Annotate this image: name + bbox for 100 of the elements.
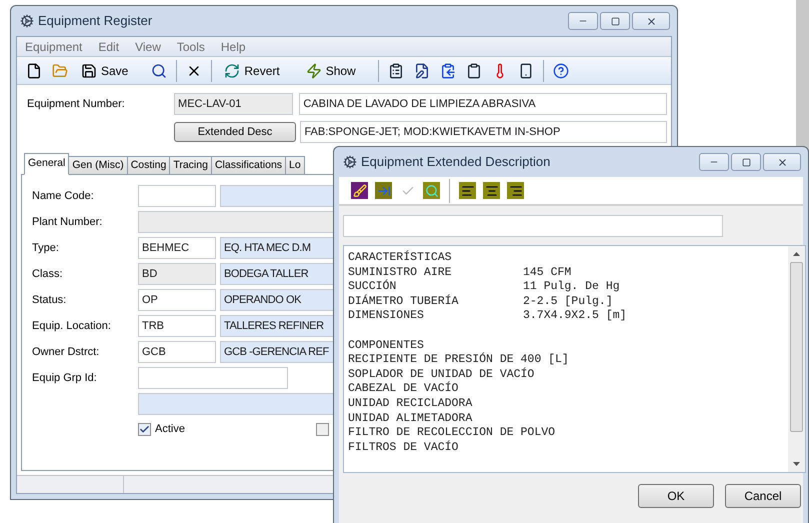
clipboard-icon <box>466 62 482 78</box>
help-icon <box>552 62 569 78</box>
clipboard-copy-icon <box>440 62 456 78</box>
refresh-icon <box>224 62 240 78</box>
lookup-field[interactable] <box>138 393 334 415</box>
close-button[interactable] <box>763 153 801 171</box>
device-icon <box>518 62 534 78</box>
tab[interactable]: Costing <box>126 156 170 175</box>
field-label: Equipment Number: <box>27 96 126 112</box>
toolbar-button[interactable]: Show <box>302 62 360 80</box>
new-file-icon <box>26 62 42 78</box>
maximize-icon <box>742 158 750 166</box>
toolbar-button[interactable]: Revert <box>220 62 284 80</box>
scroll-down-icon[interactable] <box>793 462 800 466</box>
close-icon <box>646 16 656 26</box>
toolbar-button[interactable] <box>351 182 368 199</box>
checkbox[interactable] <box>316 422 329 436</box>
text-line: 3.7X4.9X2.5 [m] <box>523 309 627 324</box>
description-field[interactable] <box>220 185 334 207</box>
close-icon <box>776 156 788 168</box>
window-title: Equipment Register <box>38 12 152 30</box>
code-field[interactable]: OP <box>138 289 216 311</box>
search-icon <box>424 184 438 198</box>
extended-desc-button[interactable]: Extended Desc <box>174 122 296 142</box>
close-button[interactable] <box>632 12 670 30</box>
lightning-icon <box>306 62 322 78</box>
field-label: Type: <box>32 240 60 256</box>
checkbox[interactable] <box>138 422 151 436</box>
description-field[interactable]: EQ. HTA MEC D.M <box>220 237 334 259</box>
description-field[interactable]: BODEGA TALLER <box>220 263 334 285</box>
code-field[interactable]: BEHMEC <box>138 237 216 259</box>
text-line: DIÁMETRO TUBERÍA <box>348 294 460 310</box>
insert-icon <box>376 184 390 198</box>
save-icon <box>81 62 97 78</box>
scrollbar-thumb[interactable] <box>790 262 803 432</box>
scroll-up-icon[interactable] <box>793 252 800 256</box>
text-field[interactable] <box>138 367 288 389</box>
field-label: Equip Grp Id: <box>32 370 98 386</box>
check-icon <box>139 424 150 435</box>
description-field[interactable]: GCB -GERENCIA REF <box>220 341 334 363</box>
code-field[interactable] <box>138 185 216 207</box>
description-field[interactable]: OPERANDO OK <box>220 289 334 311</box>
field-label: Class: <box>32 266 64 282</box>
text-line: CARACTERÍSTICAS <box>348 251 453 266</box>
tab[interactable]: Tracing <box>169 156 212 175</box>
align-right-icon <box>508 184 522 198</box>
field-label: Plant Number: <box>32 214 104 230</box>
description-field[interactable]: CABINA DE LAVADO DE LIMPIEZA ABRASIVA <box>299 93 667 115</box>
search-icon <box>151 62 168 78</box>
maximize-button[interactable] <box>600 12 630 30</box>
tab[interactable]: Gen (Misc) <box>68 156 128 175</box>
tab[interactable]: Classifications <box>210 156 286 175</box>
tab[interactable]: General <box>24 153 70 175</box>
brush-icon <box>352 184 366 198</box>
dialog-button[interactable]: OK <box>638 484 714 508</box>
text-line: SUMINISTRO AIRE <box>348 266 453 280</box>
window-title: Equipment Extended Description <box>361 153 550 172</box>
text-field[interactable] <box>343 215 723 237</box>
align-left-icon <box>460 184 474 198</box>
text-area[interactable] <box>343 245 806 473</box>
field-label: Equip. Location: <box>32 318 112 334</box>
field-label: Owner Dstrct: <box>32 344 100 360</box>
menu-item[interactable]: View <box>135 38 161 56</box>
field-label: Status: <box>32 292 68 308</box>
dialog-button[interactable]: Cancel <box>725 484 801 508</box>
text-line: CABEZAL DE VACÍO <box>348 382 458 397</box>
checkbox-label: Active <box>155 422 185 437</box>
text-line: SUCCIÓN <box>348 280 398 294</box>
text-line: UNIDAD RECICLADORA <box>348 396 472 412</box>
edit-document-icon <box>414 62 430 78</box>
toolbar-button[interactable] <box>150 62 168 78</box>
extended-description-field[interactable]: FAB:SPONGE-JET; MOD:KWIETKAVETM IN-SHOP <box>300 121 667 143</box>
code-field[interactable]: TRB <box>138 315 216 337</box>
text-line: FILTRO DE RECOLECCION DE POLVO <box>348 426 556 440</box>
text-line: COMPONENTES <box>348 338 425 354</box>
equipment-number-field[interactable]: MEC-LAV-01 <box>174 93 294 115</box>
maximize-button[interactable] <box>731 153 761 171</box>
text-line: 145 CFM <box>523 266 572 280</box>
text-line: SOPLADOR DE UNIDAD DE VACÍO <box>348 368 534 382</box>
text-line: DIMENSIONES <box>348 309 425 324</box>
menu-item[interactable]: Edit <box>98 38 120 56</box>
code-field[interactable]: BD <box>138 263 216 285</box>
align-center-icon <box>484 184 498 198</box>
open-folder-icon <box>52 62 68 78</box>
text-line: 2-2.5 [Pulg.] <box>523 294 613 310</box>
maximize-icon <box>610 16 620 26</box>
menu-item[interactable]: Help <box>220 38 246 56</box>
menu-item[interactable]: Equipment <box>25 38 82 56</box>
toolbar-button[interactable]: Save <box>77 62 132 80</box>
text-line: FILTROS DE VACÍO <box>348 440 458 456</box>
description-field[interactable]: TALLERES REFINER <box>220 315 334 337</box>
toolbar-button[interactable] <box>25 62 43 78</box>
menu-item[interactable]: Tools <box>176 38 205 56</box>
code-field[interactable]: GCB <box>138 341 216 363</box>
toolbar-button[interactable] <box>552 62 570 78</box>
tab[interactable]: Lo <box>285 156 305 175</box>
text-line: RECIPIENTE DE PRESIÓN DE 400 [L] <box>348 353 569 368</box>
field-label: Name Code: <box>32 188 95 204</box>
text-line: 11 Pulg. De Hg <box>523 280 620 295</box>
text-line: UNIDAD ALIMETADORA <box>348 412 472 426</box>
